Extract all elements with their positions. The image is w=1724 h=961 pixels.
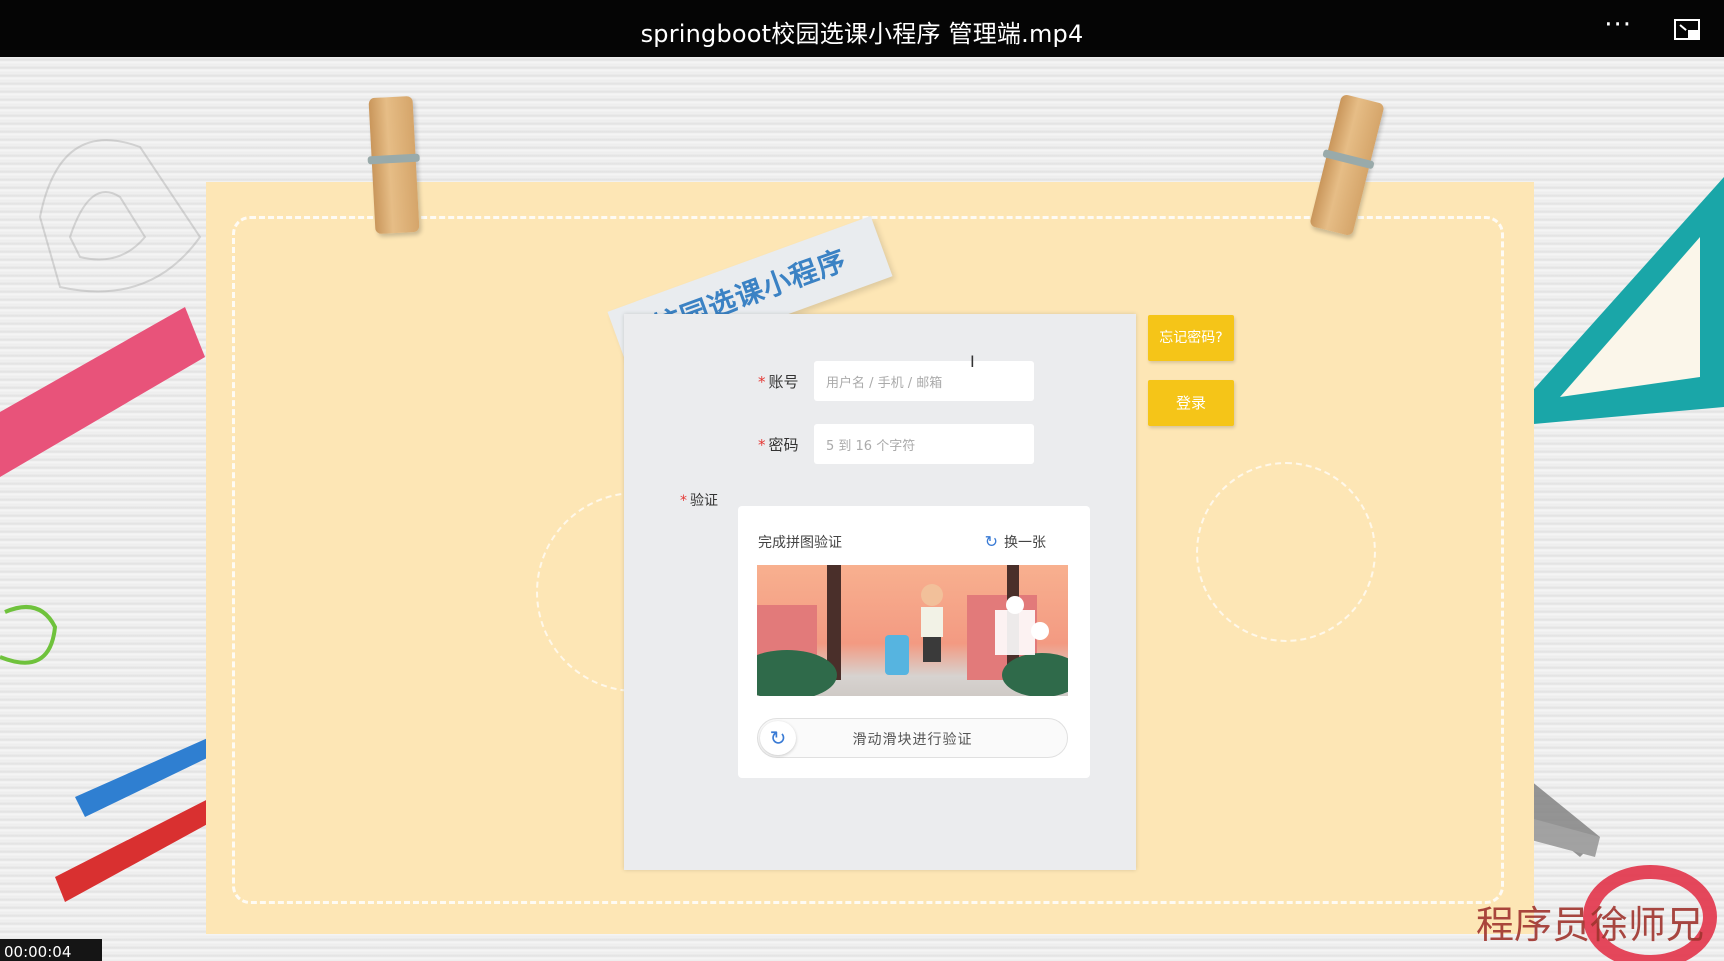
refresh-icon: ↻ — [984, 532, 998, 551]
video-title: springboot校园选课小程序 管理端.mp4 — [640, 20, 1084, 48]
video-frame: 校园选课小程序 *账号 用户名 / 手机 / 邮箱 I *密码 5 到 16 个… — [0, 57, 1724, 961]
captcha-hint: 完成拼图验证 — [758, 535, 842, 551]
clothespin-left — [368, 95, 420, 235]
protractor-icon — [38, 139, 202, 293]
slider-text: 滑动滑块进行验证 — [852, 732, 973, 748]
forgot-password-button[interactable]: 忘记密码? — [1148, 315, 1234, 361]
timecode: 00:00:04 — [0, 939, 102, 961]
password-label: * 密码 — [758, 436, 799, 454]
login-card: *账号 用户名 / 手机 / 邮箱 I *密码 5 到 16 个字符 *验证 完… — [624, 314, 1136, 870]
pink-ruler-icon — [0, 307, 205, 477]
watermark: 程序员徐师兄 — [1475, 903, 1704, 947]
text-cursor-icon: I — [970, 352, 975, 371]
paperclip-icon — [0, 605, 58, 665]
video-title-bar: springboot校园选课小程序 管理端.mp4 ··· — [0, 0, 1724, 57]
account-label: * 账号 — [758, 373, 799, 391]
verify-label: * 验证 — [680, 493, 718, 509]
more-icon[interactable]: ··· — [1604, 10, 1632, 40]
picture-in-picture-icon[interactable] — [1674, 19, 1700, 40]
captcha-panel: 完成拼图验证 ↻ 换一张 ↻ 滑动滑块进行验证 — [738, 506, 1090, 778]
captcha-slider[interactable]: ↻ 滑动滑块进行验证 — [757, 718, 1068, 758]
account-input[interactable]: 用户名 / 手机 / 邮箱 — [814, 361, 1034, 401]
captcha-image — [757, 565, 1068, 696]
password-input[interactable]: 5 到 16 个字符 — [814, 424, 1034, 464]
login-button[interactable]: 登录 — [1148, 380, 1234, 426]
captcha-refresh-button[interactable]: ↻ 换一张 — [985, 532, 1046, 552]
